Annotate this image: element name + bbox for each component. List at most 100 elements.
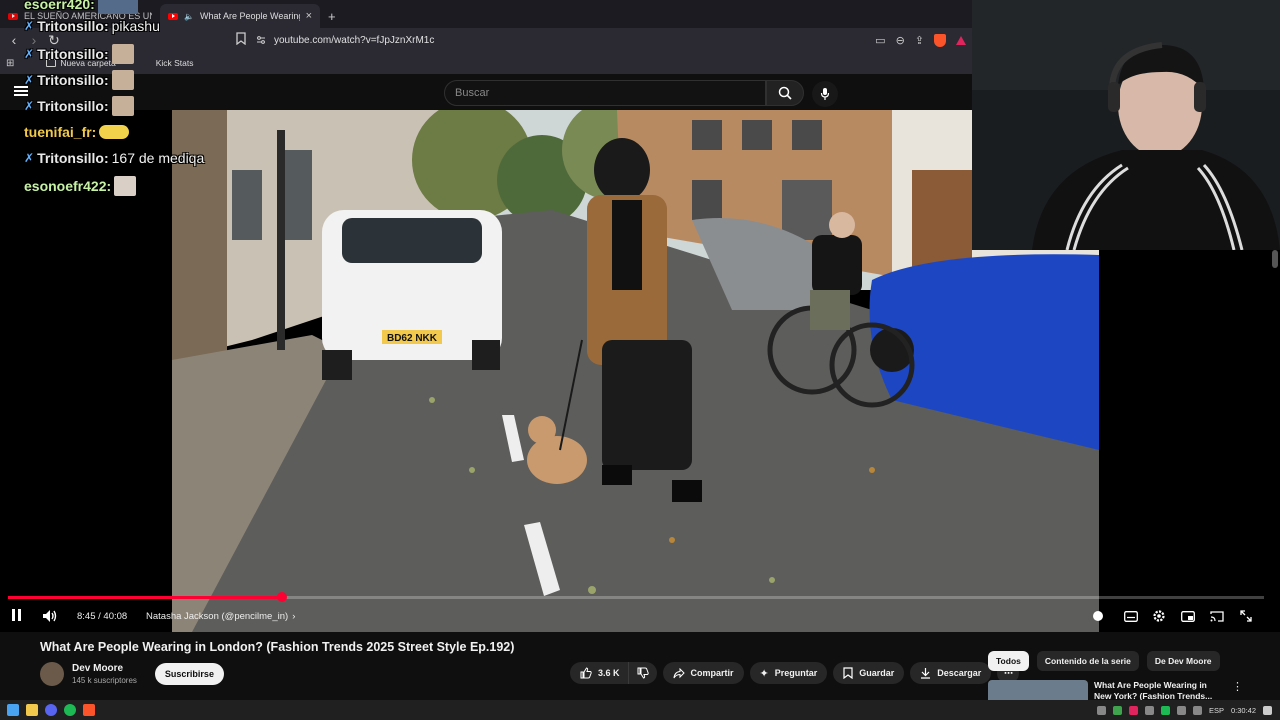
tray-app-icon[interactable] bbox=[1144, 705, 1154, 715]
chip-series[interactable]: Contenido de la serie bbox=[1036, 651, 1139, 671]
voice-search-button[interactable] bbox=[812, 81, 838, 107]
zoom-icon[interactable]: ⊖ bbox=[896, 34, 905, 47]
seek-bar-played bbox=[8, 596, 282, 599]
brave-browser-icon[interactable] bbox=[83, 704, 95, 716]
thumbs-down-icon bbox=[637, 667, 649, 679]
system-tray: ESP 0:30:42 bbox=[1096, 700, 1272, 720]
browser-navbar: ‹ › ↻ youtube.com/watch?v=fJpJznXrM1c ▭ … bbox=[0, 28, 972, 52]
page-scrollbar[interactable] bbox=[1272, 250, 1278, 268]
site-settings-icon[interactable] bbox=[256, 35, 266, 45]
search-icon bbox=[778, 86, 792, 100]
thumbs-up-icon bbox=[580, 667, 592, 679]
player-controls: 8:45 / 40:08 Natasha Jackson (@pencilme_… bbox=[0, 603, 1280, 629]
cast-button[interactable] bbox=[1210, 603, 1224, 629]
volume-tray-icon[interactable] bbox=[1192, 705, 1202, 715]
apps-grid-icon[interactable]: ⊞ bbox=[6, 58, 14, 69]
address-bar[interactable]: youtube.com/watch?v=fJpJznXrM1c bbox=[256, 30, 816, 50]
gear-icon bbox=[1153, 610, 1165, 622]
language-indicator[interactable]: ESP bbox=[1209, 706, 1224, 715]
streamer-webcam-image bbox=[972, 0, 1280, 250]
chevron-right-icon: › bbox=[292, 610, 296, 622]
fullscreen-button[interactable] bbox=[1240, 603, 1252, 629]
bookmark-label: Nueva carpeta bbox=[60, 58, 116, 68]
ask-label: Preguntar bbox=[774, 668, 818, 678]
pause-button[interactable] bbox=[12, 603, 26, 629]
notifications-icon[interactable] bbox=[1263, 705, 1272, 715]
chip-channel[interactable]: De Dev Moore bbox=[1146, 651, 1220, 671]
new-tab-button[interactable]: + bbox=[328, 4, 336, 28]
sparkle-icon: ✦ bbox=[759, 667, 769, 680]
video-frame[interactable]: BD62 NKK bbox=[172, 110, 1099, 632]
recommendation-title[interactable]: What Are People Wearing in New York? (Fa… bbox=[1094, 680, 1214, 701]
browser-tab-1[interactable]: EL SUEÑO AMERICANO ES UNA PE... bbox=[0, 4, 160, 28]
recommendation-item[interactable]: What Are People Wearing in New York? (Fa… bbox=[988, 680, 1268, 701]
browser-toolbar-right: ▭ ⊖ ⇪ bbox=[875, 30, 966, 50]
recommendation-thumbnail[interactable] bbox=[988, 680, 1088, 700]
seek-bar[interactable] bbox=[8, 592, 1264, 602]
subscribe-button[interactable]: Suscribirse bbox=[154, 663, 224, 685]
folder-icon bbox=[46, 59, 57, 67]
autoplay-toggle[interactable] bbox=[1093, 603, 1103, 629]
cast-icon bbox=[1210, 610, 1224, 622]
browser-tab-bar: EL SUEÑO AMERICANO ES UNA PE... 🔈 What A… bbox=[0, 0, 972, 28]
volume-button[interactable] bbox=[42, 603, 58, 629]
menu-icon[interactable] bbox=[14, 86, 28, 96]
ask-button[interactable]: ✦ Preguntar bbox=[749, 662, 828, 684]
tray-app-icon[interactable] bbox=[1160, 705, 1170, 715]
search-input[interactable] bbox=[455, 87, 765, 99]
reload-icon[interactable]: ↻ bbox=[44, 30, 64, 50]
bookmark-icon[interactable] bbox=[236, 32, 246, 45]
tray-app-icon[interactable] bbox=[1128, 705, 1138, 715]
close-tab-icon[interactable]: × bbox=[306, 10, 312, 22]
chapter-button[interactable]: Natasha Jackson (@pencilme_in) › bbox=[146, 603, 295, 629]
start-icon[interactable] bbox=[7, 704, 19, 716]
save-button[interactable]: Guardar bbox=[833, 662, 905, 684]
share-icon[interactable]: ⇪ bbox=[915, 34, 924, 47]
video-title: What Are People Wearing in London? (Fash… bbox=[40, 640, 515, 654]
forward-icon[interactable]: › bbox=[24, 30, 44, 50]
search-box[interactable] bbox=[444, 80, 766, 106]
youtube-favicon-icon bbox=[8, 12, 18, 20]
license-plate-text: BD62 NKK bbox=[387, 333, 438, 344]
back-icon[interactable]: ‹ bbox=[4, 30, 24, 50]
browser-tab-2[interactable]: 🔈 What Are People Wearing in L... × bbox=[160, 4, 320, 28]
brave-rewards-icon[interactable] bbox=[956, 35, 966, 45]
related-filter-chips: Todos Contenido de la serie De Dev Moore bbox=[988, 651, 1220, 671]
like-button[interactable]: 3.6 K bbox=[570, 662, 628, 684]
file-explorer-icon[interactable] bbox=[26, 704, 38, 716]
chip-all[interactable]: Todos bbox=[988, 651, 1029, 671]
tray-app-icon[interactable] bbox=[1112, 705, 1122, 715]
subtitles-icon bbox=[1124, 610, 1138, 622]
settings-button[interactable] bbox=[1152, 603, 1166, 629]
seek-bar-handle[interactable] bbox=[276, 592, 287, 602]
speaker-icon: 🔈 bbox=[184, 11, 194, 21]
discord-icon[interactable] bbox=[45, 704, 57, 716]
youtube-header bbox=[0, 74, 972, 110]
brave-shield-icon[interactable] bbox=[934, 33, 946, 47]
time-display: 8:45 / 40:08 bbox=[77, 603, 127, 629]
subtitles-button[interactable] bbox=[1124, 603, 1138, 629]
bookmark-label: Kick Stats bbox=[155, 58, 194, 68]
cast-icon[interactable]: ▭ bbox=[875, 34, 885, 47]
channel-name[interactable]: Dev Moore bbox=[72, 663, 137, 674]
spotify-icon[interactable] bbox=[64, 704, 76, 716]
save-label: Guardar bbox=[859, 668, 895, 678]
download-button[interactable]: Descargar bbox=[910, 662, 992, 684]
search-button[interactable] bbox=[766, 80, 804, 106]
download-icon bbox=[921, 668, 931, 679]
channel-avatar[interactable] bbox=[40, 662, 64, 686]
os-taskbar: ESP 0:30:42 bbox=[0, 700, 1280, 720]
bookmark-nueva-carpeta[interactable]: Nueva carpeta bbox=[46, 58, 116, 68]
more-vertical-icon[interactable]: ⋮ bbox=[1232, 680, 1243, 700]
wifi-icon[interactable] bbox=[1176, 705, 1186, 715]
download-label: Descargar bbox=[937, 668, 982, 678]
url-text: youtube.com/watch?v=fJpJznXrM1c bbox=[274, 34, 435, 46]
bookmark-kick-stats[interactable]: Kick Stats bbox=[156, 58, 194, 68]
miniplayer-button[interactable] bbox=[1181, 603, 1195, 629]
share-button[interactable]: Compartir bbox=[662, 662, 744, 684]
tray-app-icon[interactable] bbox=[1096, 705, 1106, 715]
clock[interactable]: 0:30:42 bbox=[1231, 706, 1256, 715]
dislike-button[interactable] bbox=[627, 662, 657, 684]
time-separator: / bbox=[95, 610, 104, 622]
like-count: 3.6 K bbox=[598, 668, 620, 678]
